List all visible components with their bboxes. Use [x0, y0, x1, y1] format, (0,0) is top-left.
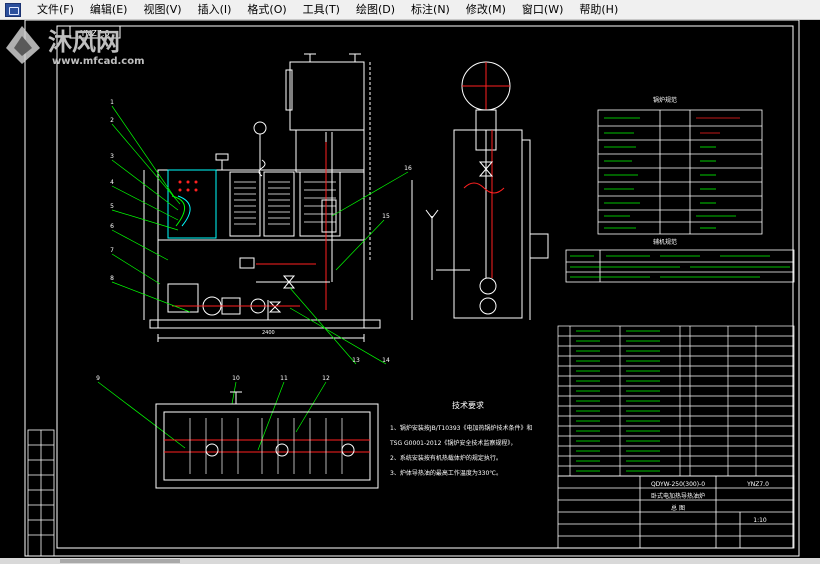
menu-insert[interactable]: 插入(I): [190, 0, 240, 20]
menu-items: 文件(F) 编辑(E) 视图(V) 插入(I) 格式(O) 工具(T) 绘图(D) 标注(N)…: [29, 0, 626, 20]
callout-label: 15: [382, 213, 390, 220]
callout-label: 16: [404, 165, 412, 172]
cad-drawing: YNZ7.0 2400 123456789 10 11 1213 141516 …: [24, 20, 800, 557]
watermark-url: www.mfcad.com: [52, 56, 145, 67]
tech-requirement-line: 1、锅炉安装按JB/T10393《电加热锅炉技术条件》和: [390, 424, 532, 432]
title-block-scale: 1:10: [753, 517, 767, 524]
menu-file[interactable]: 文件(F): [29, 0, 82, 20]
left-revision-table: [27, 429, 55, 557]
menu-tools[interactable]: 工具(T): [295, 0, 348, 20]
drawing-code: YNZ7.0: [746, 481, 769, 488]
callout-label: 7: [110, 247, 114, 254]
scrollbar-thumb[interactable]: [60, 559, 180, 563]
tech-requirement-line: 2、系统安装按有机热载体炉的规定执行。: [390, 454, 502, 462]
callout-label: 10: [232, 375, 240, 382]
callout-label: 2: [110, 117, 114, 124]
callout-label: 14: [382, 357, 390, 364]
horizontal-scrollbar[interactable]: [0, 558, 820, 564]
tech-requirements: 1、锅炉安装按JB/T10393《电加热锅炉技术条件》和 TSG G0001-20…: [389, 424, 532, 477]
boiler-spec-table: 锅炉规范: [597, 96, 763, 235]
tech-requirement-line: TSG G0001-2012《锅炉安全技术监察规程》，: [389, 439, 516, 447]
title-block-subtitle: 总 图: [671, 504, 685, 512]
callout-label: 1: [110, 99, 114, 106]
auxiliary-spec-table: 辅机规范: [565, 238, 795, 283]
menu-edit[interactable]: 编辑(E): [82, 0, 136, 20]
watermark-brand: 沐风网: [48, 28, 120, 56]
callout-label: 11: [280, 375, 288, 382]
menu-window[interactable]: 窗口(W): [514, 0, 571, 20]
watermark-logo-icon: [6, 26, 40, 64]
tech-requirement-line: 3、炉体导热油的最高工作温度为330℃。: [390, 469, 502, 477]
callout-label: 4: [110, 179, 114, 186]
callout-label: 5: [110, 203, 114, 210]
title-block-drawing-no: QDYW-250(300)-0: [651, 481, 705, 488]
dimension-width: 2400: [262, 330, 275, 336]
menu-format[interactable]: 格式(O): [239, 0, 294, 20]
callout-label: 9: [96, 375, 100, 382]
table-title-boiler: 锅炉规范: [653, 96, 677, 104]
menu-draw[interactable]: 绘图(D): [348, 0, 403, 20]
menu-bar: 文件(F) 编辑(E) 视图(V) 插入(I) 格式(O) 工具(T) 绘图(D) 标注(N)…: [0, 0, 820, 20]
drawing-canvas[interactable]: YNZ7.0 2400 1 2 3 4 5 6 7 8 9 10 11 12 1…: [0, 20, 820, 564]
app-icon[interactable]: [5, 2, 21, 17]
watermark: 沐风网 www.mfcad.com: [6, 26, 145, 67]
front-view: [143, 53, 413, 342]
callout-label: 12: [322, 375, 330, 382]
menu-dimension[interactable]: 标注(N): [403, 0, 458, 20]
table-title-auxiliary: 辅机规范: [653, 238, 677, 246]
parts-list-table: [557, 325, 795, 477]
plan-view: [155, 391, 379, 489]
callout-label: 3: [110, 153, 114, 160]
title-block-name: 卧式电加热导热油炉: [651, 492, 705, 500]
menu-help[interactable]: 帮助(H): [571, 0, 626, 20]
callout-label: 13: [352, 357, 360, 364]
callout-label: 8: [110, 275, 114, 282]
callout-label: 6: [110, 223, 114, 230]
menu-modify[interactable]: 修改(M): [458, 0, 514, 20]
side-view: [425, 61, 549, 320]
menu-view[interactable]: 视图(V): [135, 0, 189, 20]
tech-requirements-title: 技术要求: [452, 400, 484, 410]
